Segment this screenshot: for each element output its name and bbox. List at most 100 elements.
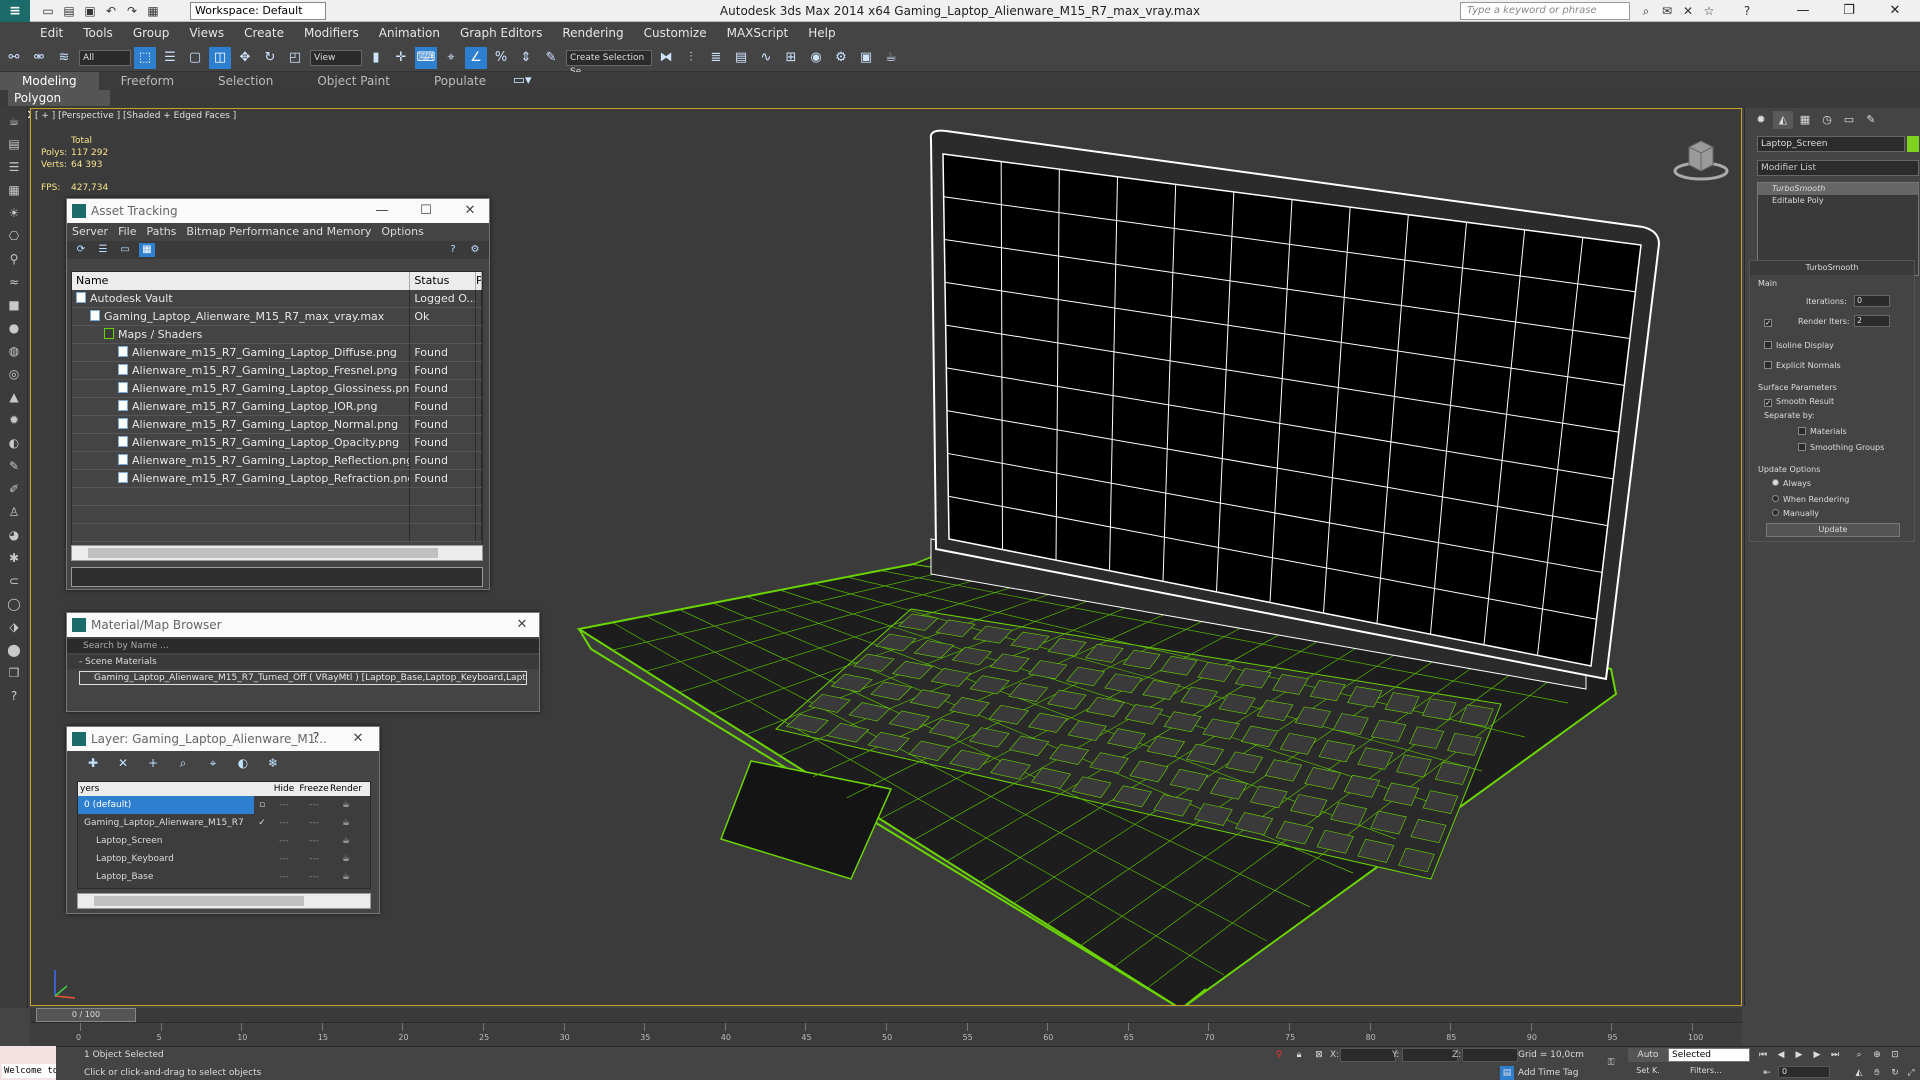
layer-freeze-toggle[interactable]: ---: [298, 868, 330, 886]
when-rendering-radio[interactable]: [1772, 495, 1779, 502]
subscription-icon[interactable]: ✉: [1658, 2, 1676, 20]
create-tab-icon[interactable]: ✹: [1751, 111, 1771, 129]
curve-editor-icon[interactable]: ∿: [755, 47, 777, 69]
torus-icon[interactable]: ◎: [3, 364, 25, 384]
asset-menu-options[interactable]: Options: [376, 223, 428, 241]
asset-menu-file[interactable]: File: [113, 223, 141, 241]
select-in-layer-icon[interactable]: ⌕: [173, 754, 193, 772]
add-time-tag[interactable]: Add Time Tag: [1518, 1068, 1578, 1078]
material-editor-icon[interactable]: ◉: [805, 47, 827, 69]
project-folder-icon[interactable]: ▦: [144, 2, 162, 20]
layer-render-icon[interactable]: ☕: [330, 868, 362, 886]
maximize-icon[interactable]: ☐: [411, 199, 441, 223]
hide-all-icon[interactable]: ◐: [233, 754, 253, 772]
render-production-icon[interactable]: ☕: [880, 47, 902, 69]
box-icon[interactable]: ■: [3, 295, 25, 315]
display-tab-icon[interactable]: ▭: [1839, 111, 1859, 129]
zoom-icon[interactable]: ⌕: [1852, 1048, 1866, 1062]
column-layers[interactable]: yers: [78, 782, 270, 796]
menu-modifiers[interactable]: Modifiers: [294, 22, 369, 44]
ribbon-subpanel-polygon-modeling[interactable]: Polygon Modeling: [8, 90, 110, 121]
light-icon[interactable]: ☀: [3, 203, 25, 223]
current-layer-check-icon[interactable]: ✓: [254, 814, 270, 832]
menu-create[interactable]: Create: [234, 22, 294, 44]
maximize-viewport-icon[interactable]: ⤢: [1904, 1066, 1918, 1080]
rendered-frame-icon[interactable]: ▣: [855, 47, 877, 69]
pivot-center-icon[interactable]: ▮: [365, 47, 387, 69]
time-slider[interactable]: 0 / 100: [30, 1008, 1742, 1022]
scale-icon[interactable]: ◰: [284, 47, 306, 69]
favorites-icon[interactable]: ☆: [1700, 2, 1718, 20]
ribbon-tab-populate[interactable]: Populate: [412, 72, 508, 90]
space-warp-icon[interactable]: ≈: [3, 272, 25, 292]
always-radio[interactable]: [1772, 479, 1779, 486]
layer-manager-icon[interactable]: ≣: [705, 47, 727, 69]
named-selection-dropdown[interactable]: Create Selection Se: [566, 49, 652, 77]
character-icon[interactable]: ♙: [3, 502, 25, 522]
question-icon[interactable]: ?: [3, 686, 25, 706]
asset-row[interactable]: Alienware_m15_R7_Gaming_Laptop_Fresnel.p…: [72, 362, 482, 380]
track-bar[interactable]: 0 5 10 15 20 25 30 35 40 45 50 55 60 65 70 75 80 85 90 95 10…: [30, 1022, 1742, 1046]
search-input[interactable]: Type a keyword or phrase: [1460, 2, 1630, 20]
mirror-icon[interactable]: ⧓: [655, 47, 677, 69]
close-icon[interactable]: ✕: [343, 727, 373, 751]
layer-check-icon[interactable]: [254, 868, 270, 886]
play-icon[interactable]: ▶: [1792, 1048, 1806, 1062]
layer-render-icon[interactable]: ☕: [330, 832, 362, 850]
schematic-view-icon[interactable]: ⊞: [780, 47, 802, 69]
rotate-icon[interactable]: ↻: [259, 47, 281, 69]
ball-icon[interactable]: ◐: [3, 433, 25, 453]
current-frame-field[interactable]: 0: [1778, 1066, 1830, 1078]
workspace-dropdown[interactable]: Workspace: Default: [190, 2, 326, 20]
select-object-icon[interactable]: ⬚: [134, 46, 156, 69]
camera-icon[interactable]: ⎔: [3, 226, 25, 246]
layer-freeze-toggle[interactable]: ---: [298, 796, 330, 814]
maximize-icon[interactable]: ❐: [1826, 0, 1872, 22]
render-iters-checkbox[interactable]: ✓: [1764, 319, 1772, 327]
render-iters-spinner[interactable]: 2: [1854, 315, 1890, 327]
isolate-icon[interactable]: ⚲: [1272, 1048, 1286, 1062]
asset-menu-paths[interactable]: Paths: [142, 223, 182, 241]
menu-rendering[interactable]: Rendering: [552, 22, 633, 44]
explicit-normals-checkbox[interactable]: [1764, 361, 1772, 369]
go-to-end-icon[interactable]: ⏭: [1828, 1048, 1842, 1062]
column-hide[interactable]: Hide: [270, 782, 298, 796]
ribbon-tab-object-paint[interactable]: Object Paint: [295, 72, 412, 90]
fx-icon[interactable]: ✱: [3, 548, 25, 568]
asset-row[interactable]: Alienware_m15_R7_Gaming_Laptop_Diffuse.p…: [72, 344, 482, 362]
modifier-icon[interactable]: ✎: [3, 456, 25, 476]
layer-check-icon[interactable]: [254, 850, 270, 868]
menu-customize[interactable]: Customize: [634, 22, 717, 44]
save-file-icon[interactable]: ▣: [81, 2, 99, 20]
angle-snap-icon[interactable]: ∠: [465, 46, 487, 69]
maxscript-output[interactable]: Welcome to: [2, 1064, 56, 1078]
globe-icon[interactable]: ◕: [3, 525, 25, 545]
layer-horizontal-scrollbar[interactable]: [77, 893, 371, 909]
render-icon[interactable]: ⬤: [3, 640, 25, 660]
menu-views[interactable]: Views: [179, 22, 234, 44]
pipe-icon[interactable]: ⊂: [3, 571, 25, 591]
isoline-display-checkbox[interactable]: [1764, 341, 1772, 349]
binoculars-icon[interactable]: ⌕: [1637, 2, 1655, 20]
previous-frame-icon[interactable]: ◀: [1774, 1048, 1788, 1062]
set-key-button[interactable]: Set K.: [1628, 1066, 1668, 1078]
column-name[interactable]: Name: [72, 272, 411, 290]
layer-hide-toggle[interactable]: ---: [270, 850, 298, 868]
pages-icon[interactable]: ❐: [3, 663, 25, 683]
ribbon-tab-modeling[interactable]: Modeling: [0, 72, 99, 90]
settings-icon[interactable]: ⚙: [467, 243, 483, 257]
select-by-name-icon[interactable]: ☰: [159, 47, 181, 69]
unlink-icon[interactable]: ⚮: [28, 47, 50, 69]
window-crossing-icon[interactable]: ◫: [209, 46, 231, 69]
cone-icon[interactable]: ▲: [3, 387, 25, 407]
asset-horizontal-scrollbar[interactable]: [71, 545, 483, 561]
puzzle-icon[interactable]: ⬗: [3, 617, 25, 637]
material-browser-titlebar[interactable]: Material/Map Browser ✕: [67, 613, 539, 637]
layer-hide-toggle[interactable]: ---: [270, 814, 298, 832]
column-status[interactable]: Status: [410, 272, 477, 290]
asset-path-field[interactable]: [71, 567, 483, 587]
material-list-item[interactable]: Gaming_Laptop_Alienware_M15_R7_Turned_Of…: [79, 671, 527, 685]
asset-row[interactable]: Maps / Shaders: [72, 326, 482, 344]
undo-icon[interactable]: ↶: [102, 2, 120, 20]
spinner-snap-icon[interactable]: ⇕: [515, 47, 537, 69]
